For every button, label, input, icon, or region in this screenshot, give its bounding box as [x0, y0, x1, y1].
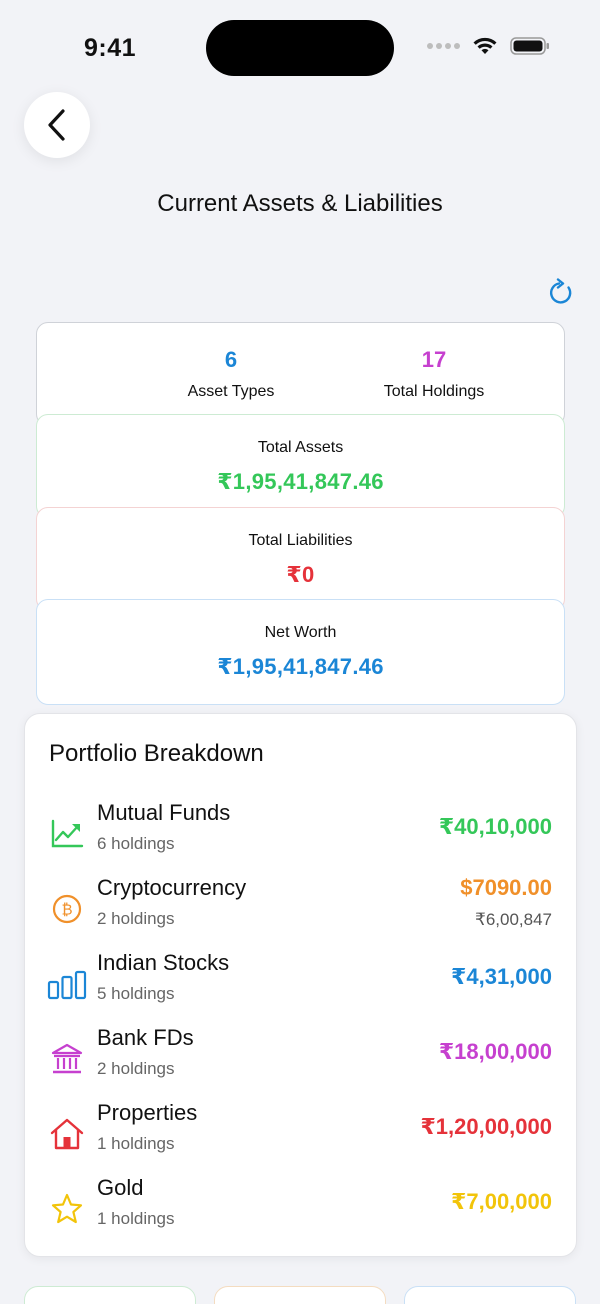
asset-amount: ₹18,00,000 — [438, 1039, 552, 1064]
asset-amount: ₹7,00,000 — [451, 1189, 552, 1214]
refresh-icon[interactable] — [546, 278, 576, 308]
asset-types-label: Asset Types — [187, 383, 275, 400]
portfolio-breakdown-card: Portfolio Breakdown Mutual Funds 6 holdi… — [24, 713, 577, 1257]
asset-holdings: 1 holdings — [97, 1134, 175, 1153]
page-title: Current Assets & Liabilities — [157, 190, 443, 217]
bottom-card-middle[interactable] — [214, 1286, 386, 1304]
status-icons — [427, 36, 550, 56]
portfolio-title: Portfolio Breakdown — [49, 740, 264, 767]
total-assets-value: ₹1,95,41,847.46 — [217, 469, 384, 494]
asset-amount: ₹40,10,000 — [438, 814, 552, 839]
portfolio-row-gold[interactable]: Gold 1 holdings ₹7,00,000 — [25, 1175, 578, 1245]
asset-amount: ₹4,31,000 — [451, 964, 552, 989]
asset-types-stat: 6 Asset Types — [131, 347, 331, 401]
total-liabilities-value: ₹0 — [286, 562, 315, 587]
asset-holdings: 2 holdings — [97, 1059, 175, 1078]
portfolio-row-mutual-funds[interactable]: Mutual Funds 6 holdings ₹40,10,000 — [25, 800, 578, 870]
asset-name: Properties — [97, 1100, 198, 1125]
total-holdings-label: Total Holdings — [383, 383, 485, 400]
asset-holdings: 6 holdings — [97, 834, 175, 853]
asset-name: Mutual Funds — [97, 800, 231, 825]
chevron-left-icon — [48, 109, 65, 141]
net-worth-value: ₹1,95,41,847.46 — [217, 654, 384, 679]
status-bar: 9:41 — [0, 0, 600, 96]
asset-amount-inr: ₹6,00,847 — [475, 910, 552, 929]
asset-name: Cryptocurrency — [97, 875, 247, 900]
asset-name: Bank FDs — [97, 1025, 194, 1050]
svg-text:₿: ₿ — [61, 901, 72, 919]
portfolio-row-cryptocurrency[interactable]: ₿ Cryptocurrency 2 holdings $7090.00 ₹6,… — [25, 875, 578, 945]
portfolio-row-properties[interactable]: Properties 1 holdings ₹1,20,00,000 — [25, 1100, 578, 1170]
total-assets-label: Total Assets — [257, 439, 344, 456]
battery-icon — [510, 37, 549, 55]
total-assets-card: Total Assets ₹1,95,41,847.46 — [36, 414, 565, 518]
trend-chart-icon — [47, 814, 87, 854]
house-icon — [47, 1114, 87, 1154]
net-worth-card: Net Worth ₹1,95,41,847.46 — [36, 599, 565, 705]
bar-chart-icon — [47, 964, 87, 1004]
bitcoin-icon: ₿ — [47, 889, 87, 929]
portfolio-row-indian-stocks[interactable]: Indian Stocks 5 holdings ₹4,31,000 — [25, 950, 578, 1020]
asset-amount: ₹1,20,00,000 — [420, 1114, 552, 1139]
asset-name: Gold — [97, 1175, 144, 1200]
bottom-card-right[interactable] — [404, 1286, 576, 1304]
total-liabilities-card: Total Liabilities ₹0 — [36, 507, 565, 611]
asset-types-count: 6 — [224, 347, 238, 372]
bank-icon — [47, 1039, 87, 1079]
back-button[interactable] — [24, 92, 90, 158]
star-icon — [47, 1189, 87, 1229]
asset-holdings: 2 holdings — [97, 909, 175, 928]
asset-holdings: 1 holdings — [97, 1209, 175, 1228]
net-worth-label: Net Worth — [264, 624, 337, 641]
bottom-card-left[interactable] — [24, 1286, 196, 1304]
asset-name: Indian Stocks — [97, 950, 230, 975]
signal-icon — [427, 43, 460, 49]
portfolio-row-bank-fds[interactable]: Bank FDs 2 holdings ₹18,00,000 — [25, 1025, 578, 1095]
asset-holdings: 5 holdings — [97, 984, 175, 1003]
total-liabilities-label: Total Liabilities — [248, 532, 353, 549]
wifi-icon — [473, 37, 497, 54]
dynamic-island — [206, 20, 394, 76]
total-holdings-count: 17 — [421, 347, 447, 372]
total-holdings-stat: 17 Total Holdings — [334, 347, 534, 401]
asset-amount: $7090.00 — [460, 875, 552, 900]
counts-card: 6 Asset Types 17 Total Holdings — [36, 322, 565, 426]
status-time: 9:41 — [84, 34, 137, 62]
